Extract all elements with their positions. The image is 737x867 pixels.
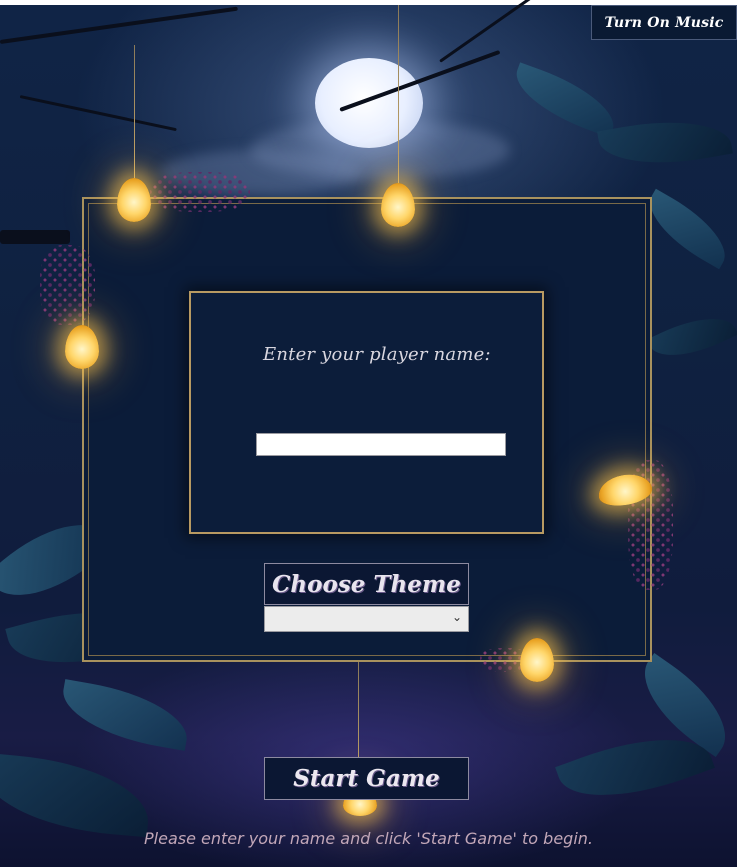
leaf [56,679,194,751]
tree-branch [0,6,238,44]
chevron-down-icon: ⌄ [451,610,462,624]
lantern-chain [134,45,135,180]
leaf [646,303,737,371]
lantern-chain [398,5,399,185]
tree-trunk [0,230,70,244]
music-toggle-button[interactable]: Turn On Music [591,5,737,40]
lantern-icon [381,183,415,227]
tree-branch [19,95,177,132]
theme-select[interactable]: ⌄ [264,606,469,632]
player-name-input[interactable] [256,433,506,456]
lantern-icon [117,178,151,222]
leaf [597,109,733,176]
leaf [506,62,624,138]
lantern-icon [520,638,554,682]
moon [315,58,423,148]
start-game-button[interactable]: Start Game [264,757,469,800]
instruction-text: Please enter your name and click 'Start … [144,829,593,848]
flower-cluster [40,245,95,325]
leaf [0,752,153,838]
player-name-label: Enter your player name: [263,344,491,365]
lantern-icon [65,325,99,369]
player-name-panel [189,291,544,534]
choose-theme-label: Choose Theme [264,563,469,605]
flower-cluster [150,172,250,212]
